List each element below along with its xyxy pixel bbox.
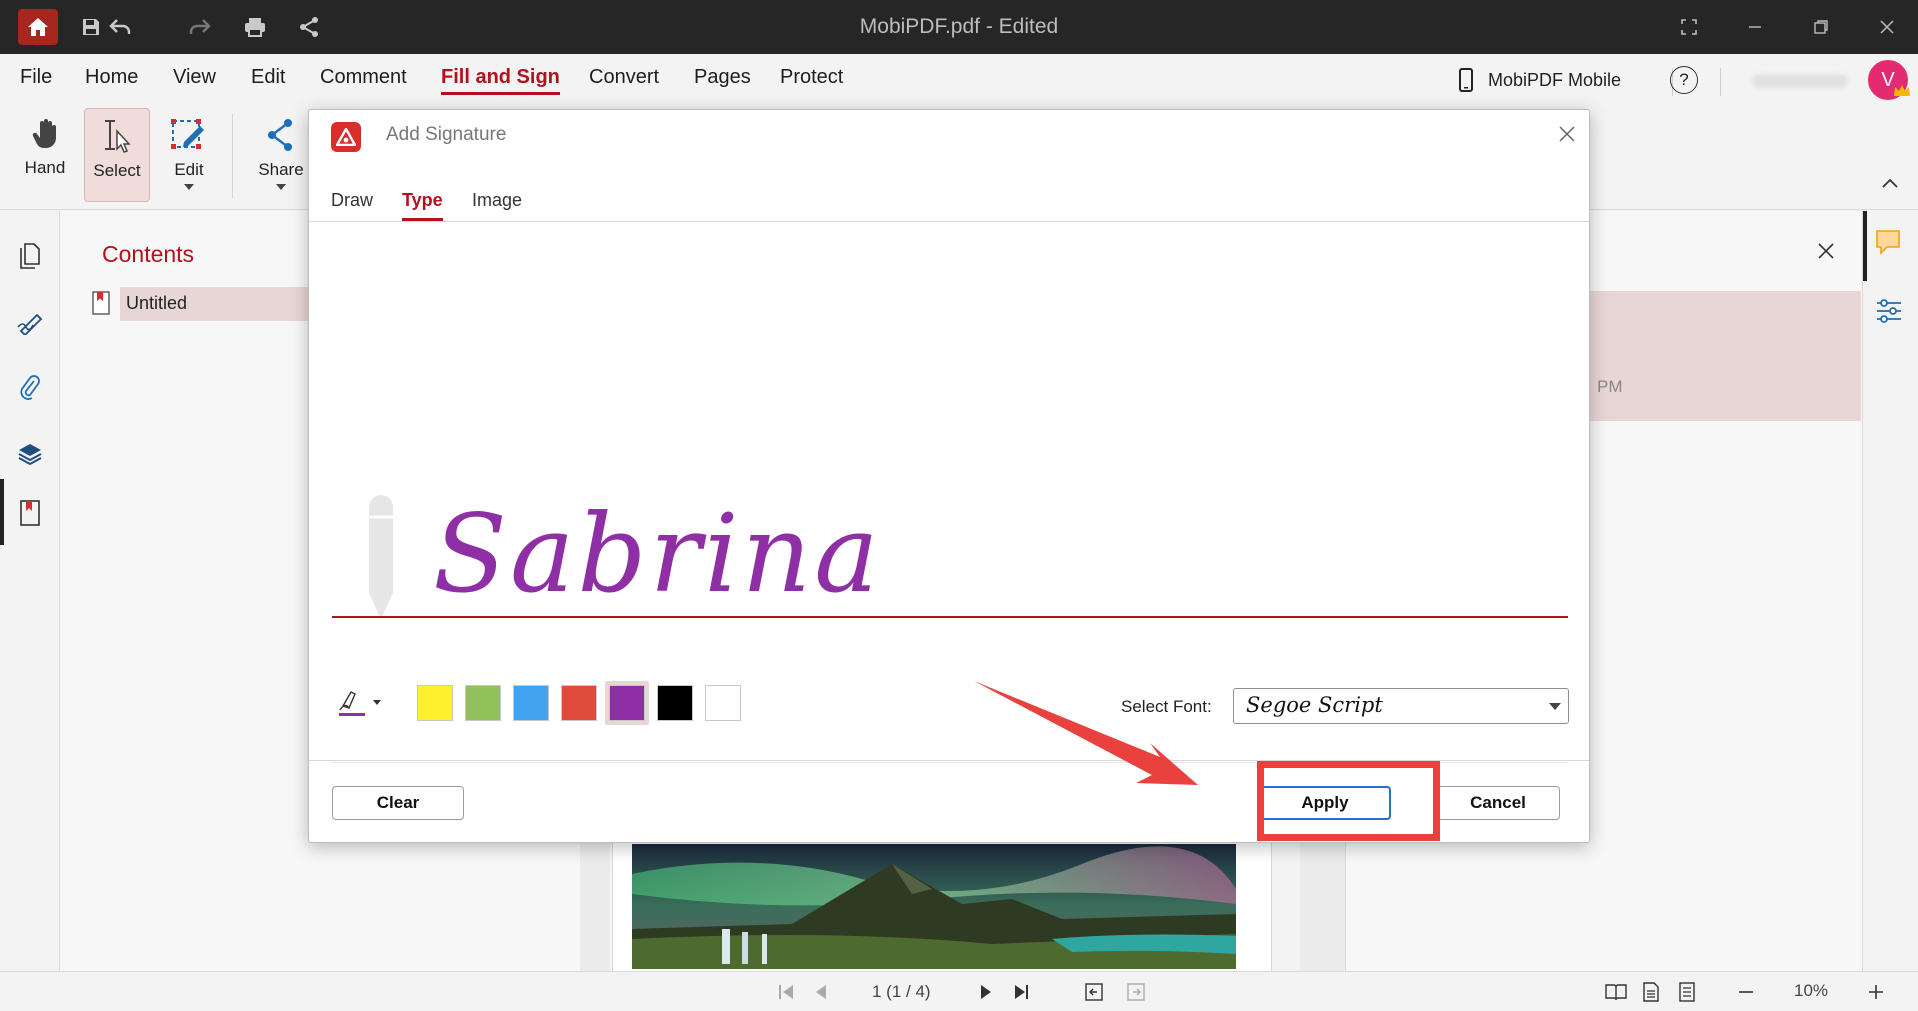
close-window-icon[interactable] xyxy=(1870,10,1904,44)
continuous-scroll-icon[interactable] xyxy=(1678,982,1696,1002)
zoom-level[interactable]: 10% xyxy=(1794,981,1828,1001)
pointer-arrow-annotation xyxy=(974,681,1198,785)
chevron-down-icon xyxy=(184,184,194,190)
font-select-value: Segoe Script xyxy=(1246,693,1383,717)
window-title: MobiPDF.pdf - Edited xyxy=(859,15,1059,38)
menu-bar: File Home View Edit Comment Fill and Sig… xyxy=(0,54,1918,100)
edit-icon xyxy=(171,119,204,149)
comment-time: PM xyxy=(1597,377,1623,396)
color-swatch-blue[interactable] xyxy=(513,685,549,721)
menu-view[interactable]: View xyxy=(173,66,216,89)
hand-icon xyxy=(32,119,56,149)
signature-canvas[interactable]: Sabrina xyxy=(309,222,1589,763)
tab-type[interactable]: Type xyxy=(402,190,443,221)
book-view-icon[interactable] xyxy=(1604,982,1628,1002)
chevron-down-icon xyxy=(276,184,286,190)
edit-label: Edit xyxy=(174,160,204,179)
last-page-icon[interactable] xyxy=(1014,984,1030,1000)
cancel-button[interactable]: Cancel xyxy=(1436,786,1560,820)
sign-icon[interactable] xyxy=(0,296,60,350)
left-rail xyxy=(0,211,60,971)
restore-icon[interactable] xyxy=(1804,10,1838,44)
share-tool-button[interactable]: Share xyxy=(250,108,312,202)
color-swatch-yellow[interactable] xyxy=(417,685,453,721)
menu-comment[interactable]: Comment xyxy=(320,66,407,89)
chevron-down-icon xyxy=(1549,703,1561,710)
color-swatch-purple[interactable] xyxy=(609,685,645,721)
menu-convert[interactable]: Convert xyxy=(589,66,659,89)
menu-protect[interactable]: Protect xyxy=(780,66,843,89)
menu-edit[interactable]: Edit xyxy=(251,66,285,89)
share-label: Share xyxy=(258,160,304,179)
select-label: Select xyxy=(93,161,141,180)
close-panel-icon[interactable] xyxy=(1818,243,1834,259)
color-swatch-red[interactable] xyxy=(561,685,597,721)
help-icon[interactable]: ? xyxy=(1670,66,1698,94)
pages-icon[interactable] xyxy=(0,229,60,283)
user-name-blurred xyxy=(1752,74,1848,88)
tab-image[interactable]: Image xyxy=(472,190,522,211)
contents-title: Contents xyxy=(102,241,195,267)
first-page-icon[interactable] xyxy=(778,984,794,1000)
hand-label: Hand xyxy=(24,158,66,177)
signature-baseline xyxy=(332,616,1568,618)
text-cursor-icon xyxy=(105,120,131,153)
attachment-icon[interactable] xyxy=(0,361,60,415)
go-forward-icon[interactable] xyxy=(1126,982,1146,1002)
ribbon-divider xyxy=(232,114,233,198)
hand-tool-button[interactable]: Hand xyxy=(14,108,76,202)
menu-divider xyxy=(1720,68,1721,96)
menu-home[interactable]: Home xyxy=(85,66,138,89)
single-page-icon[interactable] xyxy=(1642,982,1660,1002)
minimize-icon[interactable] xyxy=(1738,10,1772,44)
bookmark-item-icon xyxy=(92,291,110,315)
mobile-phone-icon xyxy=(1458,68,1474,92)
typed-signature: Sabrina xyxy=(433,492,882,617)
mobile-link[interactable]: MobiPDF Mobile xyxy=(1488,70,1621,91)
color-swatch-black[interactable] xyxy=(657,685,693,721)
right-rail xyxy=(1862,211,1918,971)
select-tool-button[interactable]: Select xyxy=(84,108,150,202)
bookmark-icon[interactable] xyxy=(0,486,60,540)
title-bar: MobiPDF.pdf - Edited xyxy=(0,0,1918,54)
menu-file[interactable]: File xyxy=(20,66,52,89)
status-bar: 1 (1 / 4) 10% xyxy=(0,971,1918,1011)
previous-page-icon[interactable] xyxy=(815,984,827,1000)
filter-settings-icon[interactable] xyxy=(1876,299,1902,323)
menu-fill-and-sign[interactable]: Fill and Sign xyxy=(441,66,560,95)
menu-pages[interactable]: Pages xyxy=(694,66,751,89)
close-dialog-icon[interactable] xyxy=(1559,126,1575,142)
tab-draw[interactable]: Draw xyxy=(331,190,373,211)
page-indicator[interactable]: 1 (1 / 4) xyxy=(872,982,931,1002)
color-swatch-green[interactable] xyxy=(465,685,501,721)
page-landscape-image xyxy=(632,844,1236,969)
fullscreen-icon[interactable] xyxy=(1672,10,1706,44)
zoom-in-icon[interactable] xyxy=(1868,982,1884,1002)
app-logo-icon xyxy=(331,122,361,152)
add-signature-dialog: Add Signature Draw Type Image Sabrina Se… xyxy=(308,109,1590,843)
apply-highlight-box xyxy=(1257,761,1440,841)
active-rail-indicator xyxy=(1863,211,1867,281)
crown-icon xyxy=(1893,84,1911,98)
share-icon xyxy=(268,119,292,151)
comment-icon[interactable] xyxy=(1875,229,1901,255)
collapse-ribbon-icon[interactable] xyxy=(1882,178,1898,188)
layers-icon[interactable] xyxy=(0,427,60,481)
next-page-icon[interactable] xyxy=(980,984,992,1000)
edit-tool-button[interactable]: Edit xyxy=(158,108,220,202)
go-back-icon[interactable] xyxy=(1084,982,1104,1002)
color-swatch-white[interactable] xyxy=(705,685,741,721)
clear-button[interactable]: Clear xyxy=(332,786,464,820)
pen-placeholder-icon xyxy=(369,495,393,619)
dialog-title: Add Signature xyxy=(386,124,507,145)
font-select[interactable]: Segoe Script xyxy=(1233,688,1569,724)
zoom-out-icon[interactable] xyxy=(1738,982,1754,1002)
ink-color-picker-icon[interactable] xyxy=(337,688,383,718)
